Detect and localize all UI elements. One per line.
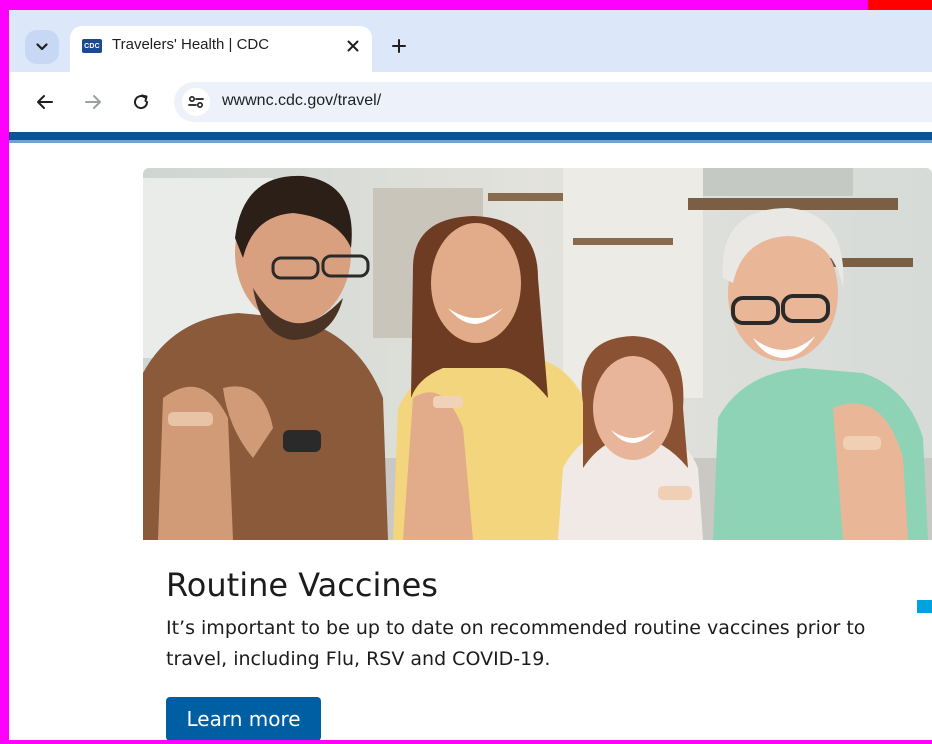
family-vaccination-photo: [143, 168, 932, 540]
url-text: wwwnc.cdc.gov/travel/: [222, 92, 382, 109]
close-icon: [347, 40, 359, 52]
carousel-indicator[interactable]: [917, 600, 932, 613]
browser-window: CDC Travelers' Health | CDC wwwnc.cdc.go…: [9, 10, 932, 740]
plus-icon: [392, 39, 406, 53]
reload-button[interactable]: [127, 88, 155, 116]
reload-icon: [134, 94, 149, 110]
back-arrow-icon: [37, 95, 53, 109]
tab-close-button[interactable]: [341, 34, 365, 58]
tab-strip: CDC Travelers' Health | CDC: [9, 10, 932, 72]
tab-search-button[interactable]: [25, 30, 59, 64]
cdc-header-underline: [9, 140, 932, 143]
learn-more-button[interactable]: Learn more: [166, 697, 321, 740]
site-info-button[interactable]: [182, 88, 210, 116]
tab-title: Travelers' Health | CDC: [112, 36, 270, 53]
chevron-down-icon: [36, 43, 48, 51]
site-info-icon: [188, 95, 204, 109]
tab-travelers-health[interactable]: CDC Travelers' Health | CDC: [70, 26, 372, 72]
red-corner-marker: [868, 0, 932, 10]
cdc-favicon-icon: CDC: [82, 39, 102, 53]
cdc-header-bar: [9, 132, 932, 140]
forward-arrow-icon: [85, 95, 101, 109]
forward-button[interactable]: [79, 88, 107, 116]
browser-toolbar: wwwnc.cdc.gov/travel/: [9, 72, 932, 132]
new-tab-button[interactable]: [387, 34, 411, 58]
back-button[interactable]: [31, 88, 59, 116]
address-bar[interactable]: wwwnc.cdc.gov/travel/: [174, 82, 932, 122]
card-description: It’s important to be up to date on recom…: [166, 617, 866, 670]
card-title: Routine Vaccines: [166, 566, 438, 604]
